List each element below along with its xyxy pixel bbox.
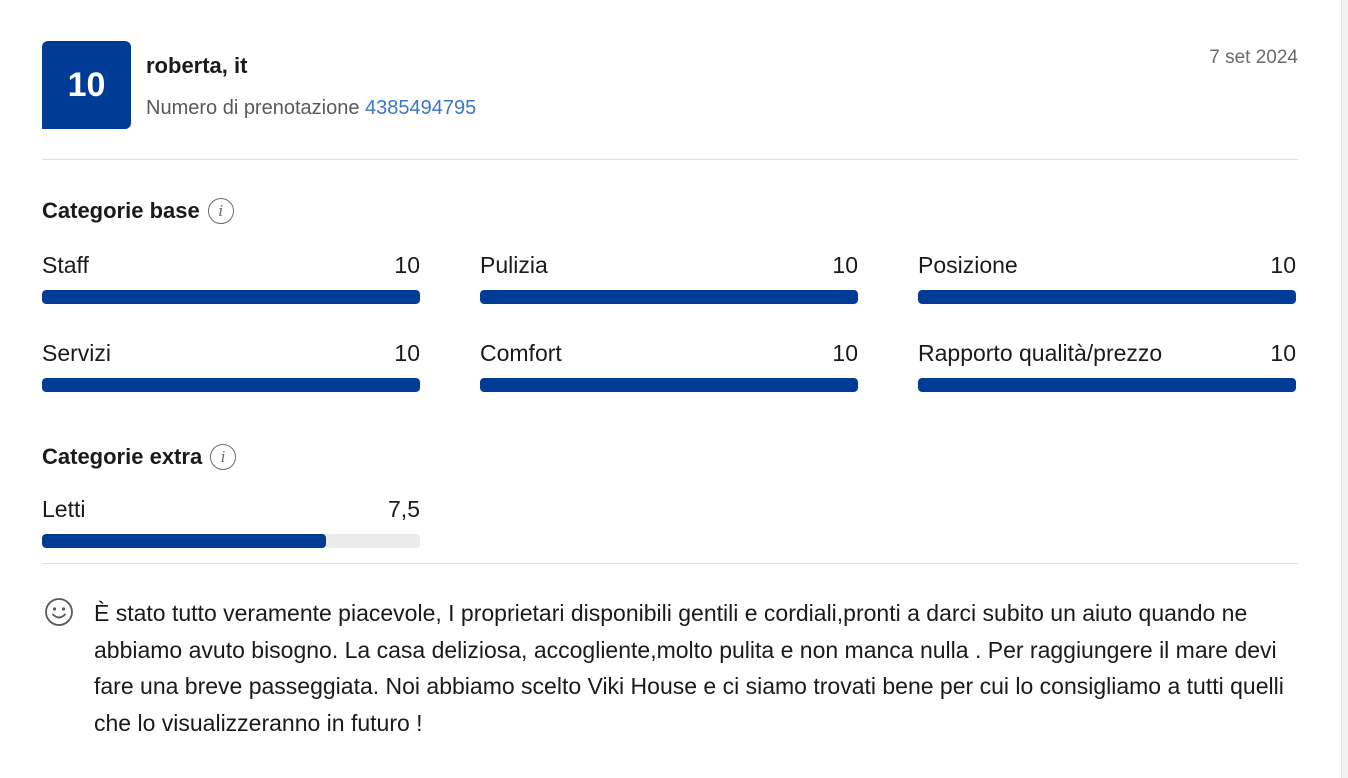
- category-label: Pulizia: [480, 252, 548, 278]
- category-bar-fill: [42, 378, 420, 392]
- category-label: Letti: [42, 496, 86, 522]
- category-bar: [918, 290, 1296, 304]
- category-score: 10: [832, 340, 858, 366]
- category-score: 10: [394, 252, 420, 278]
- review-card: 10 roberta, it Numero di prenotazione 43…: [42, 0, 1298, 778]
- info-icon[interactable]: i: [207, 198, 234, 224]
- extra-categories-heading: Categorie extra i: [42, 444, 237, 470]
- category-bar-fill: [918, 378, 1296, 392]
- category-score: 10: [394, 340, 420, 366]
- category-posizione: Posizione 10: [918, 252, 1296, 304]
- extra-categories-title: Categorie extra: [42, 444, 203, 469]
- category-servizi: Servizi 10: [42, 340, 420, 392]
- category-bar-fill: [918, 290, 1296, 304]
- category-label: Servizi: [42, 340, 112, 366]
- booking-label: Numero di prenotazione: [146, 97, 360, 119]
- category-bar: [42, 378, 420, 392]
- category-score: 7,5: [388, 496, 420, 522]
- review-header: 10 roberta, it Numero di prenotazione 43…: [42, 41, 1298, 131]
- category-letti: Letti 7,5: [42, 496, 420, 548]
- review-date: 7 set 2024: [1209, 47, 1298, 68]
- categories-divider: [42, 563, 1298, 564]
- page-scrollbar-edge: [1341, 0, 1348, 778]
- smiley-icon: [45, 598, 73, 626]
- header-divider: [42, 159, 1298, 160]
- category-bar: [480, 290, 858, 304]
- review-text: È stato tutto veramente piacevole, I pro…: [94, 600, 1284, 736]
- booking-line: Numero di prenotazione 4385494795: [146, 97, 476, 120]
- category-score: 10: [1270, 340, 1296, 366]
- category-bar-fill: [480, 290, 858, 304]
- category-rapporto-qualita-prezzo: Rapporto qualità/prezzo 10: [918, 340, 1296, 392]
- category-label: Rapporto qualità/prezzo: [918, 340, 1163, 366]
- category-bar-fill: [42, 534, 326, 548]
- category-bar: [480, 378, 858, 392]
- category-label: Posizione: [918, 252, 1018, 278]
- category-score: 10: [1270, 252, 1296, 278]
- base-categories-title: Categorie base: [42, 198, 200, 223]
- category-bar: [42, 534, 420, 548]
- category-comfort: Comfort 10: [480, 340, 858, 392]
- category-bar-fill: [480, 378, 858, 392]
- base-categories-heading: Categorie base i: [42, 198, 234, 224]
- category-bar: [42, 290, 420, 304]
- category-label: Staff: [42, 252, 89, 278]
- category-label: Comfort: [480, 340, 562, 366]
- category-score: 10: [832, 252, 858, 278]
- category-bar-fill: [42, 290, 420, 304]
- review-score-badge: 10: [42, 41, 131, 129]
- booking-number-link[interactable]: 4385494795: [365, 97, 476, 119]
- info-icon[interactable]: i: [210, 444, 237, 470]
- category-bar: [918, 378, 1296, 392]
- reviewer-name: roberta, it: [146, 53, 248, 78]
- category-staff: Staff 10: [42, 252, 420, 304]
- category-pulizia: Pulizia 10: [480, 252, 858, 304]
